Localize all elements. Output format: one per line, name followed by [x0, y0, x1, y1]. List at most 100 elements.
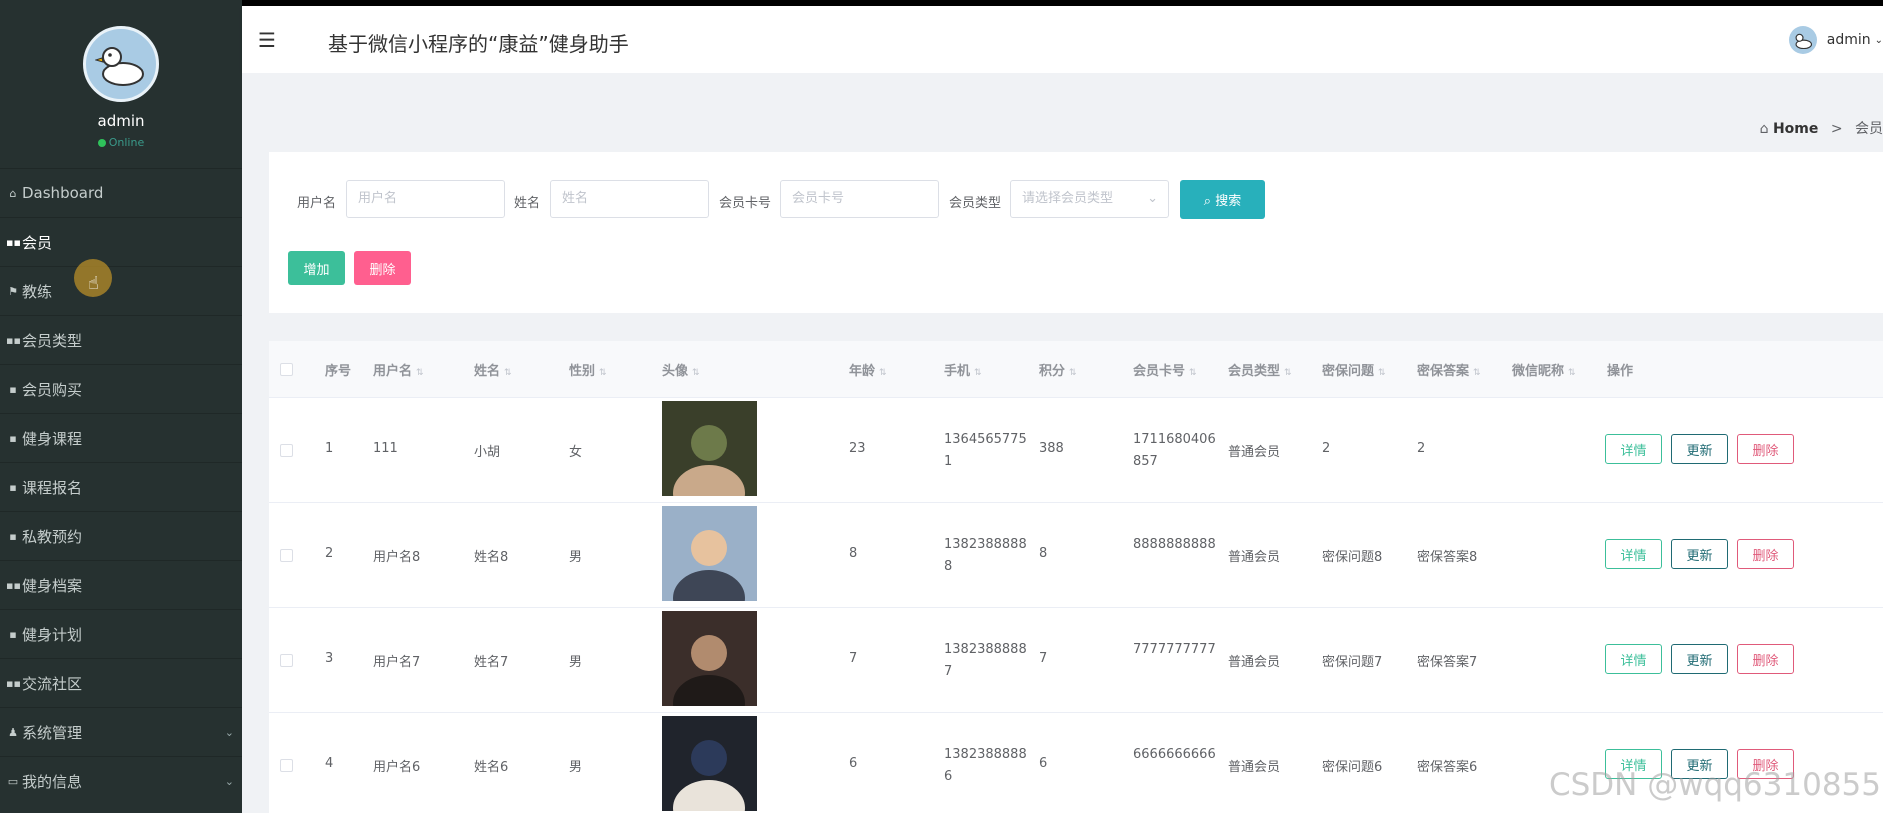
username-label: 用户名 [297, 196, 337, 211]
cell-phone: 13823888886 [944, 747, 1027, 784]
cell-question: 密保问题8 [1322, 550, 1383, 565]
member-type-label: 会员类型 [949, 196, 1002, 211]
column-header[interactable]: 性别 ⇅ [569, 360, 607, 379]
column-header[interactable]: 密保问题 ⇅ [1322, 360, 1386, 379]
sort-icon[interactable]: ⇅ [692, 368, 700, 378]
sidebar-item-label: 健身档案 [22, 576, 83, 595]
member-photo[interactable] [662, 716, 757, 811]
column-header[interactable]: 密保答案 ⇅ [1417, 360, 1481, 379]
search-icon: ⌕ [1203, 194, 1216, 209]
column-header[interactable]: 姓名 ⇅ [474, 360, 512, 379]
doc-icon: ▪ [9, 382, 17, 396]
update-button[interactable]: 更新 [1671, 644, 1728, 674]
row-checkbox[interactable] [280, 444, 293, 457]
online-status: Online [0, 136, 242, 149]
sidebar-item-5[interactable]: ▪ 健身课程 [0, 413, 242, 462]
sidebar-item-3[interactable]: ▪▪ 会员类型 [0, 315, 242, 364]
card-number-input[interactable]: 会员卡号 [780, 180, 939, 218]
member-photo[interactable] [662, 401, 757, 496]
sidebar-item-1[interactable]: ▪▪ 会员 [0, 217, 242, 266]
column-header-label: 用户名 [373, 364, 413, 379]
breadcrumb-home[interactable]: Home [1773, 121, 1818, 137]
column-header[interactable]: 会员卡号 ⇅ [1133, 360, 1197, 379]
profile-username: admin [97, 112, 145, 130]
sidebar-item-0[interactable]: ⌂ Dashboard [0, 168, 242, 217]
cell-username: 用户名8 [373, 550, 421, 565]
row-checkbox[interactable] [280, 654, 293, 667]
sort-icon[interactable]: ⇅ [504, 368, 512, 378]
sort-icon[interactable]: ⇅ [1473, 368, 1481, 378]
cell-question: 2 [1322, 441, 1331, 456]
column-header-label: 会员类型 [1228, 364, 1281, 379]
cell-age: 23 [849, 441, 866, 456]
sort-icon[interactable]: ⇅ [416, 368, 424, 378]
sort-icon[interactable]: ⇅ [1568, 368, 1576, 378]
detail-button[interactable]: 详情 [1605, 434, 1662, 464]
sidebar-item-label: 交流社区 [22, 674, 83, 693]
cell-card: 1711680406857 [1133, 432, 1216, 469]
sort-icon[interactable]: ⇅ [599, 368, 607, 378]
sidebar-item-6[interactable]: ▪ 课程报名 [0, 462, 242, 511]
cell-age: 6 [849, 756, 858, 771]
row-checkbox[interactable] [280, 549, 293, 562]
column-header[interactable]: 手机 ⇅ [944, 360, 982, 379]
add-button[interactable]: 增加 [288, 251, 345, 285]
grid-icon: ▪▪ [6, 333, 21, 347]
column-header[interactable]: 用户名 ⇅ [373, 360, 424, 379]
sidebar-item-9[interactable]: ▪ 健身计划 [0, 609, 242, 658]
sort-icon[interactable]: ⇅ [879, 368, 887, 378]
sidebar-item-8[interactable]: ▪▪ 健身档案 [0, 560, 242, 609]
column-header-label: 微信昵称 [1512, 364, 1565, 379]
sidebar-item-label: 教练 [22, 282, 53, 301]
batch-delete-button[interactable]: 删除 [354, 251, 411, 285]
member-type-select[interactable]: 请选择会员类型 ⌄ [1010, 180, 1169, 218]
sort-icon[interactable]: ⇅ [1189, 368, 1197, 378]
column-header[interactable]: 年龄 ⇅ [849, 360, 887, 379]
row-checkbox[interactable] [280, 759, 293, 772]
detail-button[interactable]: 详情 [1605, 539, 1662, 569]
delete-button[interactable]: 删除 [1737, 434, 1794, 464]
sidebar-item-2[interactable]: ⚑ 教练 [0, 266, 242, 315]
sidebar-item-label: 健身课程 [22, 429, 83, 448]
sidebar-item-12[interactable]: ▭ 我的信息 ⌄ [0, 756, 242, 805]
sort-icon[interactable]: ⇅ [1284, 368, 1292, 378]
cell-username: 用户名6 [373, 760, 421, 775]
cell-age: 8 [849, 546, 858, 561]
table-header: 序号 用户名 ⇅ 姓名 ⇅ 性别 ⇅ 头像 ⇅ 年龄 ⇅ 手机 ⇅ 积分 ⇅ 会员卡号 ⇅ 会员类型 ⇅ 密保问题 ⇅ 密… [269, 341, 1883, 398]
column-header-label: 密保问题 [1322, 364, 1375, 379]
username-input[interactable]: 用户名 [346, 180, 505, 218]
cell-card: 7777777777 [1133, 642, 1216, 657]
sort-icon[interactable]: ⇅ [1378, 368, 1386, 378]
sidebar-item-7[interactable]: ▪ 私教预约 [0, 511, 242, 560]
column-header[interactable]: 微信昵称 ⇅ [1512, 360, 1576, 379]
cell-type: 普通会员 [1228, 760, 1281, 775]
column-header[interactable]: 头像 ⇅ [662, 360, 700, 379]
update-button[interactable]: 更新 [1671, 434, 1728, 464]
menu-toggle-icon[interactable]: ☰ [258, 28, 276, 52]
member-photo[interactable] [662, 506, 757, 601]
avatar [83, 26, 159, 102]
cell-points: 8 [1039, 546, 1048, 561]
sort-icon[interactable]: ⇅ [1069, 368, 1077, 378]
delete-button[interactable]: 删除 [1737, 539, 1794, 569]
cell-points: 6 [1039, 756, 1048, 771]
select-all-checkbox[interactable] [280, 363, 293, 376]
search-button[interactable]: ⌕ 搜索 [1180, 180, 1265, 219]
cell-points: 388 [1039, 441, 1064, 456]
hand-cursor-icon: ☝ [88, 273, 99, 294]
delete-button[interactable]: 删除 [1737, 644, 1794, 674]
sidebar-item-4[interactable]: ▪ 会员购买 [0, 364, 242, 413]
sidebar-item-11[interactable]: ♟ 系统管理 ⌄ [0, 707, 242, 756]
sort-icon[interactable]: ⇅ [974, 368, 982, 378]
cell-no: 1 [325, 441, 334, 456]
name-input[interactable]: 姓名 [550, 180, 709, 218]
sidebar-item-10[interactable]: ▪▪ 交流社区 [0, 658, 242, 707]
column-header[interactable]: 积分 ⇅ [1039, 360, 1077, 379]
column-header[interactable]: 会员类型 ⇅ [1228, 360, 1292, 379]
update-button[interactable]: 更新 [1671, 539, 1728, 569]
cell-answer: 密保答案7 [1417, 655, 1478, 670]
column-header-label: 操作 [1607, 364, 1634, 379]
detail-button[interactable]: 详情 [1605, 644, 1662, 674]
user-dropdown[interactable]: admin ⌄ [1788, 26, 1883, 54]
member-photo[interactable] [662, 611, 757, 706]
